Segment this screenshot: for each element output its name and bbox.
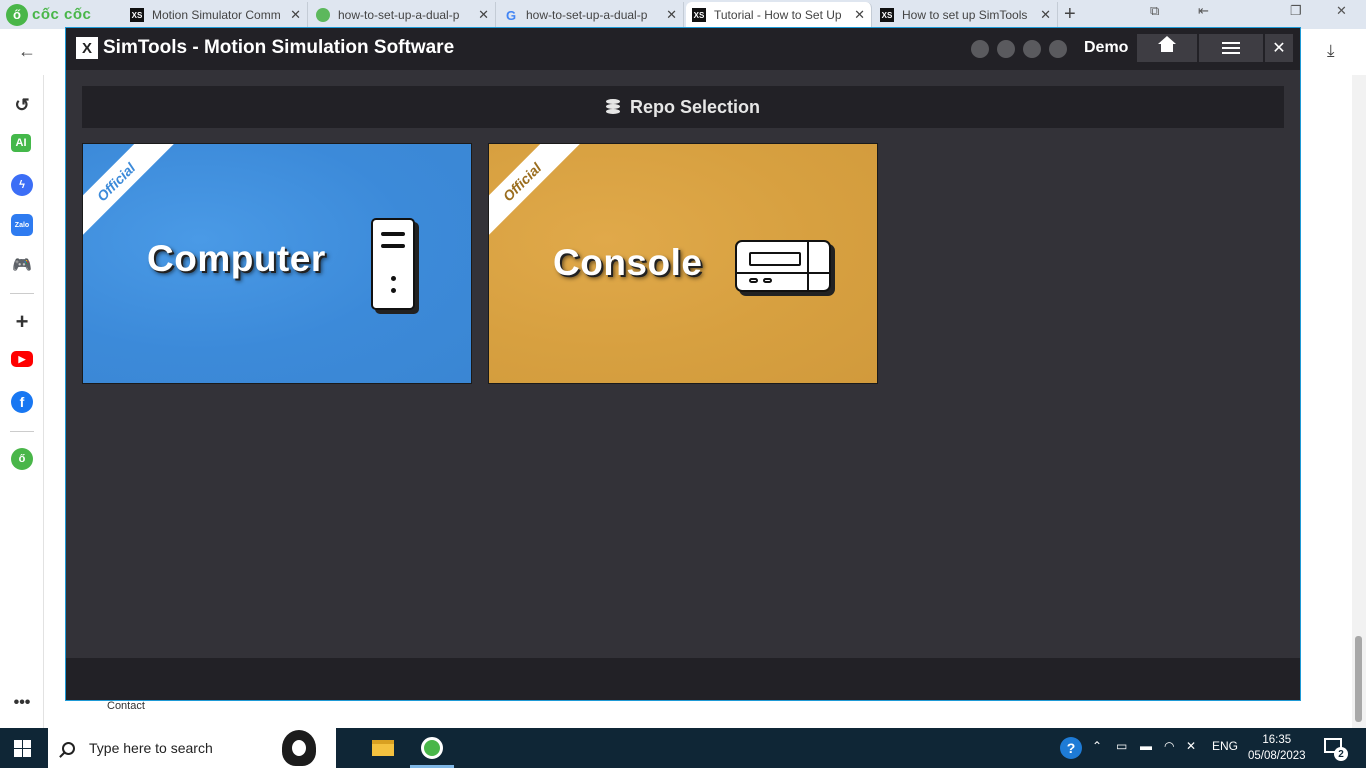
add-icon[interactable]: +	[11, 309, 33, 334]
zalo-icon[interactable]: Zalo	[11, 214, 33, 236]
browser-tab[interactable]: XS How to set up SimTools ✕	[874, 2, 1058, 28]
app-title: SimTools - Motion Simulation Software	[103, 37, 455, 58]
volume-muted-icon[interactable]: ✕	[1186, 739, 1196, 753]
help-icon[interactable]: ?	[1060, 737, 1082, 759]
tab-title: How to set up SimTools	[902, 8, 1028, 22]
puffin-search-highlight-icon	[282, 730, 316, 766]
browser-tab[interactable]: G how-to-set-up-a-dual-p ✕	[498, 2, 684, 28]
home-icon	[1158, 36, 1176, 55]
clock-date: 05/08/2023	[1248, 750, 1306, 762]
repo-card-label: Computer	[147, 238, 326, 279]
search-placeholder: Type here to search	[89, 740, 213, 756]
ai-assistant-icon[interactable]: AI	[11, 134, 31, 152]
coccoc-favicon-icon	[316, 8, 330, 22]
sidebar-toggle-icon[interactable]: ⇤	[1198, 3, 1209, 19]
tab-close-icon[interactable]: ✕	[666, 7, 677, 23]
home-button[interactable]	[1137, 34, 1197, 62]
app-header: X SimTools - Motion Simulation Software …	[66, 28, 1300, 70]
search-icon	[62, 741, 75, 755]
meet-now-icon[interactable]: ▭	[1116, 739, 1127, 753]
settings-status-icon[interactable]	[997, 40, 1015, 58]
simtools-app-window: X SimTools - Motion Simulation Software …	[65, 27, 1301, 701]
clock-time: 16:35	[1262, 734, 1292, 746]
tab-close-icon[interactable]: ✕	[854, 7, 865, 23]
tab-close-icon[interactable]: ✕	[478, 7, 489, 23]
browser-tab[interactable]: XS Motion Simulator Comm ✕	[124, 2, 308, 28]
download-status-icon[interactable]	[971, 40, 989, 58]
browser-tab-active[interactable]: XS Tutorial - How to Set Up ✕	[686, 2, 872, 28]
repo-card-computer[interactable]: Official Computer	[82, 143, 472, 384]
official-ribbon: Official	[489, 144, 585, 245]
simtools-logo-icon: X	[76, 37, 98, 59]
menu-button[interactable]	[1199, 34, 1263, 62]
tab-title: Tutorial - How to Set Up	[714, 8, 842, 22]
tab-title: Motion Simulator Comm	[152, 8, 281, 22]
license-label: Demo	[1084, 39, 1129, 56]
back-arrow-icon[interactable]: ←	[18, 41, 36, 62]
download-icon[interactable]: ⤓	[1327, 41, 1335, 61]
facebook-icon[interactable]: f	[11, 391, 33, 413]
new-tab-button[interactable]: +	[1064, 3, 1076, 26]
system-clock[interactable]: 16:35 05/08/2023	[1248, 732, 1306, 764]
browser-brand-name: cốc cốc	[32, 6, 92, 23]
coccoc-extension-icon[interactable]: ő	[11, 448, 33, 470]
messenger-icon[interactable]: ϟ	[11, 174, 33, 196]
gamepad-icon[interactable]: 🎮	[11, 254, 33, 276]
coccoc-logo-icon: ő	[6, 3, 28, 26]
browser-tab[interactable]: how-to-set-up-a-dual-p ✕	[310, 2, 496, 28]
xsimulator-favicon-icon: XS	[880, 8, 894, 22]
update-status-icon[interactable]	[1049, 40, 1067, 58]
tab-close-icon[interactable]: ✕	[290, 7, 301, 23]
sidebar-divider	[10, 293, 34, 294]
close-icon: ✕	[1272, 40, 1286, 57]
app-footer	[66, 658, 1300, 700]
file-explorer-icon[interactable]	[369, 734, 397, 762]
repo-card-console[interactable]: Official Console	[488, 143, 878, 384]
tab-close-icon[interactable]: ✕	[1040, 7, 1051, 23]
database-icon	[605, 99, 620, 115]
page-scrollbar[interactable]	[1352, 75, 1366, 728]
windows-start-icon[interactable]	[14, 740, 31, 757]
xsimulator-favicon-icon: XS	[692, 8, 706, 22]
tab-title: how-to-set-up-a-dual-p	[338, 8, 460, 22]
windows-taskbar: Type here to search ? ⌃ ▭ ▬ ◠ ✕ ENG 16:3…	[0, 728, 1366, 768]
xsimulator-favicon-icon: XS	[130, 8, 144, 22]
notification-count-badge: 2	[1334, 747, 1348, 761]
battery-icon[interactable]: ▬	[1140, 739, 1152, 753]
contact-link[interactable]: Contact	[107, 700, 145, 712]
section-header: Repo Selection	[82, 86, 1284, 128]
section-title: Repo Selection	[629, 96, 761, 117]
chevron-up-icon[interactable]: ⌃	[1092, 739, 1102, 753]
sidebar-divider	[10, 431, 34, 432]
wifi-icon[interactable]: ◠	[1164, 739, 1174, 753]
history-icon[interactable]: ↺	[11, 94, 33, 116]
restore-window-icon[interactable]: ❐	[1290, 3, 1302, 19]
game-console-icon	[735, 240, 831, 292]
computer-tower-icon	[371, 218, 415, 310]
hamburger-menu-icon	[1222, 42, 1240, 54]
close-button[interactable]: ✕	[1265, 34, 1293, 62]
browser-tab-strip: ő cốc cốc XS Motion Simulator Comm ✕ how…	[0, 0, 1366, 29]
browser-sidebar: ↺ AI ϟ Zalo 🎮 + ▶ f ő •••	[0, 75, 44, 728]
tab-title: how-to-set-up-a-dual-p	[526, 8, 648, 22]
coccoc-taskbar-icon[interactable]	[418, 734, 446, 762]
youtube-icon[interactable]: ▶	[11, 351, 33, 367]
scrollbar-thumb[interactable]	[1355, 636, 1362, 722]
official-ribbon: Official	[83, 144, 179, 245]
repo-card-label: Console	[553, 242, 703, 283]
taskbar-search-box[interactable]: Type here to search	[48, 728, 336, 768]
tab-search-icon[interactable]: ⧉	[1150, 3, 1159, 19]
close-window-icon[interactable]: ✕	[1336, 3, 1347, 19]
browser-brand[interactable]: ő cốc cốc	[6, 2, 91, 27]
more-options-icon[interactable]: •••	[11, 692, 33, 714]
google-favicon-icon: G	[505, 7, 517, 23]
edit-status-icon[interactable]	[1023, 40, 1041, 58]
language-indicator[interactable]: ENG	[1212, 739, 1238, 753]
